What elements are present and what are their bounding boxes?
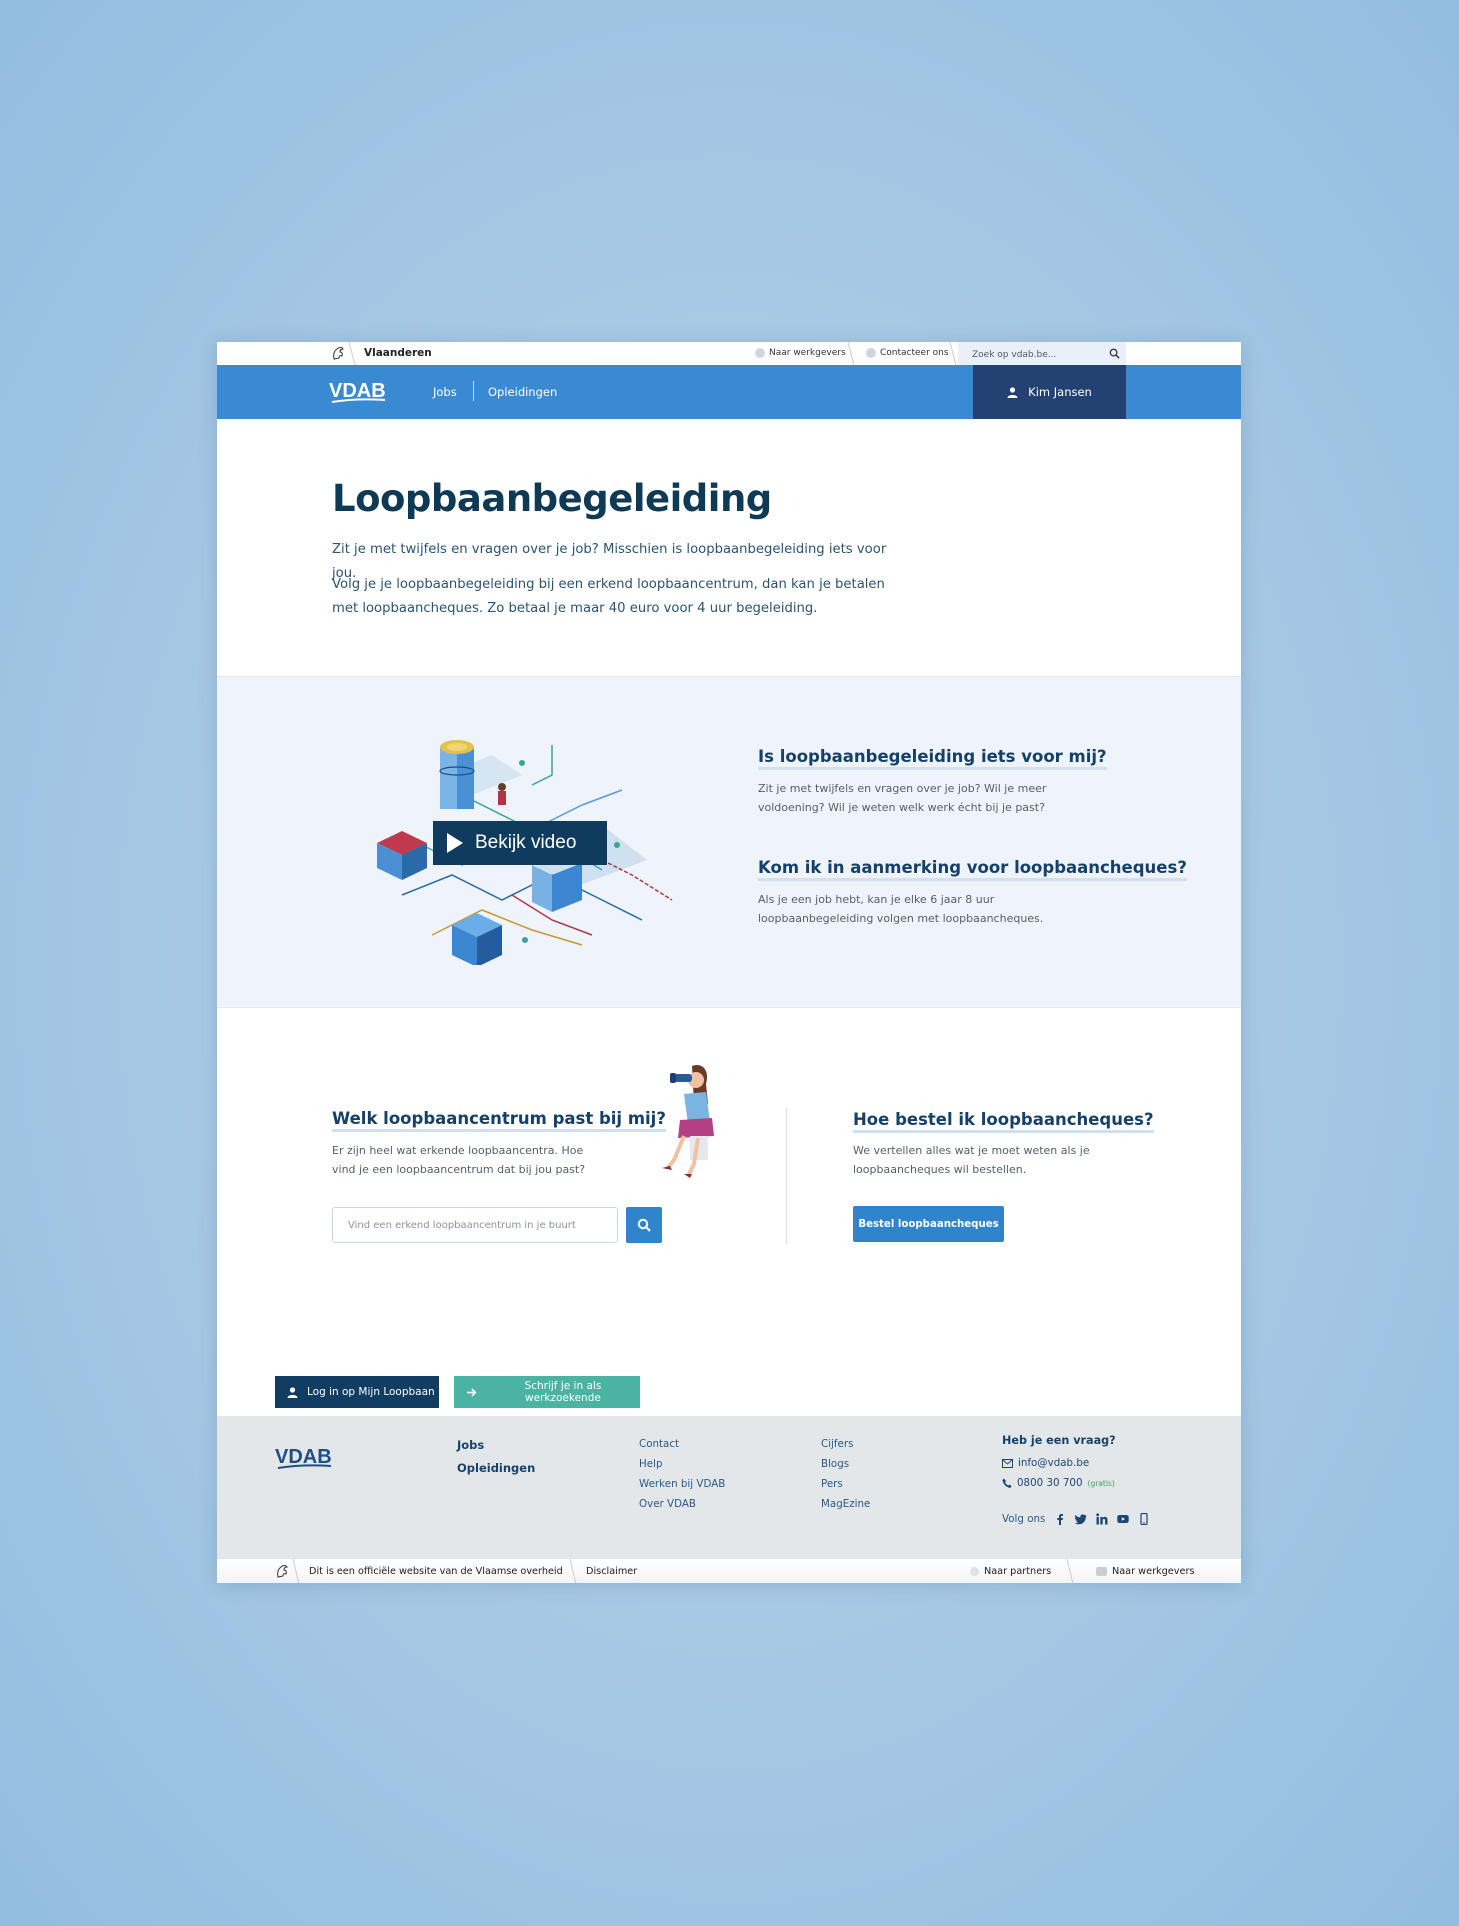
official-website-notice: Dit is een officiële website van de Vlaa… [309, 1566, 563, 1577]
footer-link-cijfers[interactable]: Cijfers [821, 1434, 870, 1454]
contact-link-label: Contacteer ons [880, 348, 949, 358]
flemish-lion-icon[interactable] [275, 1563, 289, 1579]
partners-link-label: Naar partners [984, 1566, 1052, 1577]
utility-bar: Vlaanderen Naar werkgevers Contacteer on… [217, 342, 1241, 367]
footer-link-magezine[interactable]: MagEzine [821, 1494, 870, 1514]
user-icon [287, 1386, 298, 1398]
user-icon [1007, 386, 1018, 398]
nav-opleidingen[interactable]: Opleidingen [488, 385, 557, 399]
find-centre-search-button[interactable] [626, 1207, 662, 1243]
employers-link[interactable]: Naar werkgevers [755, 348, 846, 358]
question-1-text: Zit je met twijfels en vragen over je jo… [758, 782, 1047, 814]
disclaimer-link[interactable]: Disclaimer [586, 1566, 637, 1577]
footer-link-werken-bij-vdab[interactable]: Werken bij VDAB [639, 1474, 725, 1494]
twitter-icon[interactable] [1075, 1513, 1087, 1525]
play-icon [447, 833, 463, 853]
footer: VDAB Jobs Opleidingen Contact Help Werke… [217, 1416, 1241, 1558]
phone-icon [1002, 1478, 1012, 1488]
footer-link-help[interactable]: Help [639, 1454, 725, 1474]
facebook-icon[interactable] [1054, 1513, 1066, 1525]
mail-icon [1002, 1458, 1013, 1468]
divider-slash [348, 342, 356, 365]
question-1-title[interactable]: Is loopbaanbegeleiding iets voor mij? [758, 747, 1107, 770]
find-centre-text: Er zijn heel wat erkende loopbaancentra.… [332, 1144, 586, 1176]
employers-link-bottom-label: Naar werkgevers [1112, 1566, 1195, 1577]
register-jobseeker-label: Schrijf je in als werkzoekende [524, 1380, 602, 1404]
order-cheques-button[interactable]: Bestel loopbaancheques [853, 1206, 1004, 1242]
partners-icon [970, 1567, 979, 1576]
contact-link[interactable]: Contacteer ons [866, 348, 949, 358]
register-jobseeker-button[interactable]: Schrijf je in als werkzoekende [454, 1376, 640, 1408]
divider-slash [1066, 1559, 1074, 1583]
government-bar: Dit is een officiële website van de Vlaa… [217, 1558, 1241, 1583]
youtube-icon[interactable] [1117, 1513, 1130, 1525]
partners-link[interactable]: Naar partners [970, 1566, 1051, 1577]
login-my-career-button[interactable]: Log in op Mijn Loopbaan [275, 1376, 439, 1408]
watch-video-label: Bekijk video [475, 832, 577, 853]
feature-section: Bekijk video Is loopbaanbegeleiding iets… [217, 676, 1241, 1008]
divider-slash [569, 1559, 577, 1583]
employers-link-bottom[interactable]: Naar werkgevers [1096, 1566, 1195, 1577]
search-icon [637, 1218, 651, 1232]
site-search [958, 342, 1126, 367]
nav-jobs[interactable]: Jobs [433, 385, 457, 399]
intro-paragraph-2: Volg je je loopbaanbegeleiding bij een e… [332, 577, 885, 616]
divider-slash [847, 342, 855, 365]
mobile-icon[interactable] [1138, 1513, 1150, 1525]
page-title: Loopbaanbegeleiding [332, 477, 772, 520]
browser-page: Vlaanderen Naar werkgevers Contacteer on… [217, 342, 1241, 1583]
login-my-career-label: Log in op Mijn Loopbaan [307, 1386, 435, 1398]
vdab-footer-logo[interactable]: VDAB [275, 1444, 333, 1472]
woman-binoculars-illustration [662, 1064, 714, 1178]
divider-slash [292, 1559, 300, 1583]
question-icon [866, 348, 876, 358]
section-divider [786, 1108, 787, 1244]
footer-link-pers[interactable]: Pers [821, 1474, 870, 1494]
employers-link-label: Naar werkgevers [769, 348, 846, 358]
flemish-lion-icon[interactable] [331, 345, 345, 361]
footer-phone-label: 0800 30 700 [1017, 1477, 1083, 1489]
site-search-input[interactable] [958, 343, 1088, 367]
find-centre-input[interactable] [332, 1207, 618, 1243]
find-centre-title[interactable]: Welk loopbaancentrum past bij mij? [332, 1109, 666, 1132]
order-cheques-title[interactable]: Hoe bestel ik loopbaancheques? [853, 1110, 1154, 1133]
footer-main-links: Jobs Opleidingen [457, 1434, 535, 1480]
watch-video-button[interactable]: Bekijk video [433, 821, 607, 865]
footer-link-blogs[interactable]: Blogs [821, 1454, 870, 1474]
footer-links-col2: Contact Help Werken bij VDAB Over VDAB [639, 1434, 725, 1514]
help-title: Heb je een vraag? [1002, 1434, 1116, 1447]
footer-phone[interactable]: 0800 30 700 (gratis) [1002, 1477, 1115, 1489]
order-cheques-text: We vertellen alles wat je moet weten als… [853, 1144, 1090, 1176]
footer-link-over-vdab[interactable]: Over VDAB [639, 1494, 725, 1514]
briefcase-icon [1096, 1567, 1107, 1576]
briefcase-icon [755, 348, 765, 358]
divider-slash [949, 342, 957, 365]
follow-us-label: Volg ons [1002, 1513, 1046, 1525]
footer-email-label: info@vdab.be [1018, 1457, 1090, 1469]
arrow-right-icon [466, 1387, 477, 1397]
search-icon[interactable] [1109, 348, 1120, 359]
vlaanderen-link[interactable]: Vlaanderen [364, 347, 432, 359]
linkedin-icon[interactable] [1096, 1513, 1108, 1525]
user-name: Kim Jansen [1028, 385, 1092, 399]
question-2-text: Als je een job hebt, kan je elke 6 jaar … [758, 893, 1044, 925]
footer-email[interactable]: info@vdab.be [1002, 1457, 1089, 1469]
footer-links-col3: Cijfers Blogs Pers MagEzine [821, 1434, 870, 1514]
vdab-logo[interactable]: VDAB [329, 378, 387, 406]
follow-us: Volg ons [1002, 1513, 1150, 1525]
user-account-button[interactable]: Kim Jansen [973, 365, 1126, 419]
footer-link-jobs[interactable]: Jobs [457, 1434, 535, 1457]
main-navigation: VDAB Jobs Opleidingen Kim Jansen [217, 365, 1241, 419]
nav-divider [473, 381, 474, 401]
phone-gratis-note: (gratis) [1087, 1478, 1115, 1488]
question-2-title[interactable]: Kom ik in aanmerking voor loopbaancheque… [758, 858, 1187, 881]
footer-link-contact[interactable]: Contact [639, 1434, 725, 1454]
footer-link-opleidingen[interactable]: Opleidingen [457, 1457, 535, 1480]
